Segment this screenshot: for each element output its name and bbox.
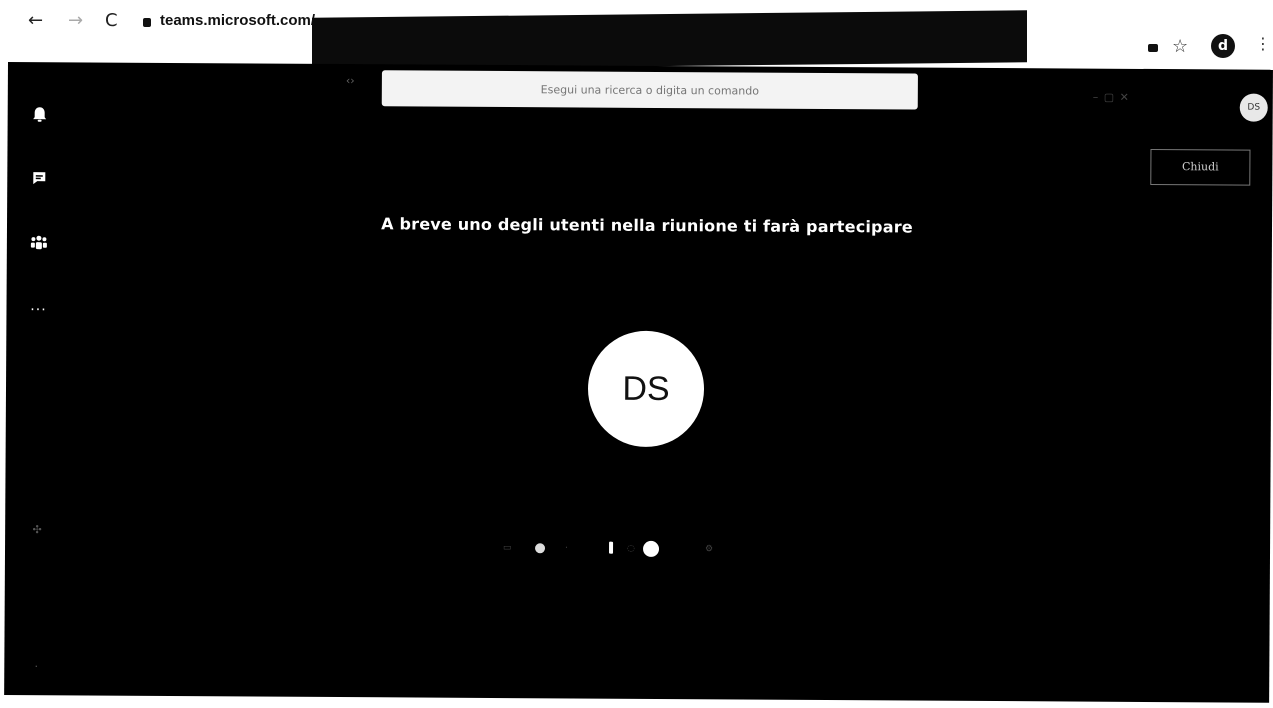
user-avatar: DS <box>587 330 705 448</box>
bell-icon[interactable] <box>28 102 52 126</box>
lock-icon[interactable] <box>143 18 151 27</box>
settings-icon[interactable]: ⚙ <box>705 544 713 554</box>
reload-icon[interactable]: C <box>105 10 118 32</box>
redacted-url-region <box>312 10 1027 70</box>
search-bar[interactable] <box>381 69 918 111</box>
camera-toggle[interactable] <box>535 543 546 554</box>
lobby-wait-message: A breve uno degli utenti nella riunione … <box>381 214 913 237</box>
teams-icon[interactable] <box>27 230 51 254</box>
profile-avatar[interactable]: d <box>1211 34 1235 58</box>
device-controls: ▭ · ◌ ⚙ <box>495 537 795 563</box>
apps-icon[interactable]: ✣ <box>25 517 49 541</box>
more-apps-icon[interactable]: ... <box>26 294 50 318</box>
browser-menu-icon[interactable]: ⋮ <box>1255 34 1271 53</box>
account-avatar[interactable]: DS <box>1239 93 1268 122</box>
microphone-icon[interactable] <box>609 541 614 554</box>
history-icon[interactable]: ‹› <box>346 74 355 87</box>
back-arrow-icon[interactable]: ← <box>28 10 43 32</box>
help-icon[interactable]: · <box>24 654 48 678</box>
chat-icon[interactable] <box>27 166 51 190</box>
mic-toggle-track[interactable]: ◌ <box>627 544 635 554</box>
extension-icon[interactable] <box>1148 44 1158 52</box>
close-button[interactable]: Chiudi <box>1150 148 1251 186</box>
window-controls[interactable]: – ▢ ✕ <box>1093 91 1130 104</box>
teams-app: ... ✣ · ‹› – ▢ ✕ DS Chiudi A breve uno d… <box>4 62 1273 703</box>
mic-toggle[interactable] <box>642 540 660 557</box>
blur-icon[interactable]: · <box>565 543 568 553</box>
address-bar[interactable]: teams.microsoft.com/ <box>160 12 315 29</box>
camera-icon[interactable]: ▭ <box>503 543 512 553</box>
search-input[interactable] <box>381 69 918 111</box>
app-rail: ... ✣ · <box>4 62 68 695</box>
star-icon[interactable]: ☆ <box>1172 36 1188 57</box>
forward-arrow-icon[interactable]: → <box>68 10 83 32</box>
browser-toolbar: ← → C teams.microsoft.com/ ☆ d ⋮ <box>0 0 1273 70</box>
